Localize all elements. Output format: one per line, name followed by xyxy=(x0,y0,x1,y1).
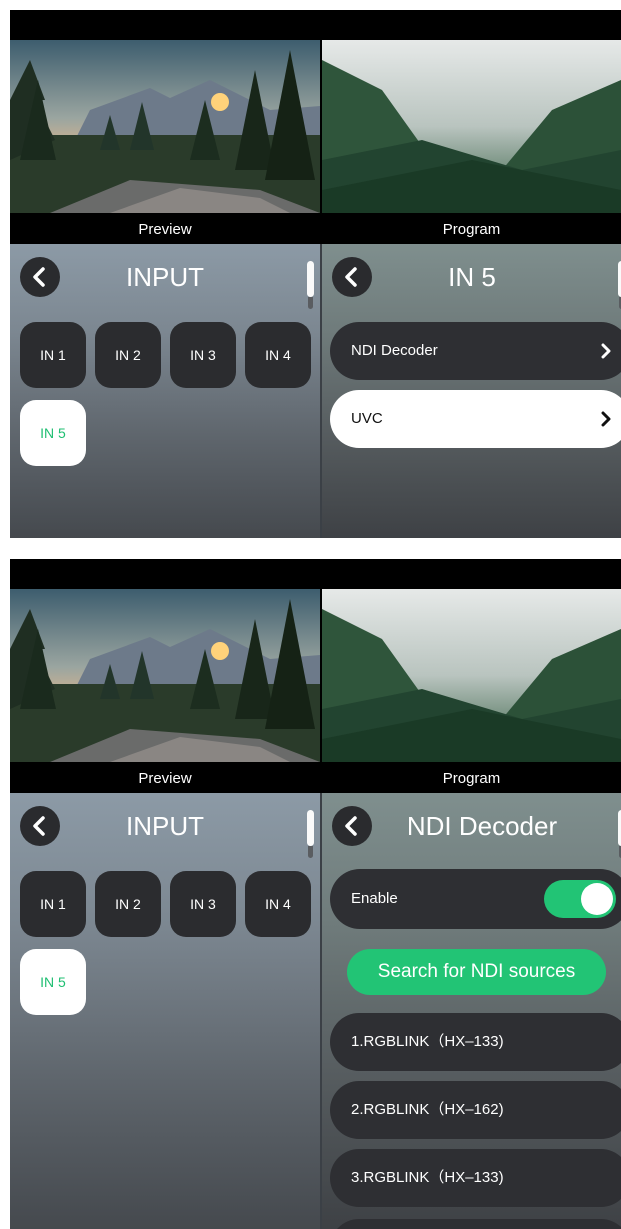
ndi-source-label: 2.RGBLINK（HX–162) xyxy=(351,1101,504,1118)
menu-item-label: NDI Decoder xyxy=(351,342,438,359)
preview-thumbnail xyxy=(10,40,320,213)
input-panel: INPUT IN 1 IN 2 IN 3 IN 4 IN 5 xyxy=(10,793,320,1229)
chevron-right-icon xyxy=(601,343,611,359)
program-thumbnail xyxy=(322,40,621,213)
panel-title: INPUT xyxy=(126,262,204,292)
chevron-left-icon xyxy=(33,816,45,836)
ndi-source-item[interactable]: 2.RGBLINK（HX–162) xyxy=(330,1081,621,1139)
panel-title: INPUT xyxy=(126,811,204,841)
chevron-left-icon xyxy=(33,267,45,287)
ndi-source-label: 1.RGBLINK（HX–133) xyxy=(351,1033,504,1050)
input-panel: INPUT IN 1 IN 2 IN 3 IN 4 IN 5 xyxy=(10,244,320,538)
preview-label: Preview xyxy=(10,762,320,793)
input-button-in4[interactable]: IN 4 xyxy=(245,322,311,388)
chevron-left-icon xyxy=(345,816,357,836)
chevron-right-icon xyxy=(601,411,611,427)
device-screen-input-menu: Preview Program INPUT IN 1 IN 2 IN 3 IN … xyxy=(10,10,621,538)
menu-item-uvc[interactable]: UVC xyxy=(330,390,621,448)
back-button[interactable] xyxy=(332,806,372,846)
ndi-source-item[interactable]: 1.RGBLINK（HX–133) xyxy=(330,1013,621,1071)
ndi-source-item[interactable]: 3.RGBLINK（HX–133) xyxy=(330,1149,621,1207)
enable-label: Enable xyxy=(351,890,398,907)
panel-title: IN 5 xyxy=(448,262,496,292)
input-button-in3[interactable]: IN 3 xyxy=(170,871,236,937)
ndi-decoder-panel: NDI Decoder Enable Search for NDI source… xyxy=(322,793,621,1229)
preview-thumbnail xyxy=(10,589,320,762)
input-button-in2[interactable]: IN 2 xyxy=(95,322,161,388)
input-button-in4[interactable]: IN 4 xyxy=(245,871,311,937)
menu-item-label: UVC xyxy=(351,410,383,427)
input-button-in5[interactable]: IN 5 xyxy=(20,949,86,1015)
menu-item-ndi-decoder[interactable]: NDI Decoder xyxy=(330,322,621,380)
in5-panel: IN 5 NDI Decoder UVC xyxy=(322,244,621,538)
status-bar xyxy=(10,559,621,589)
input-button-in5[interactable]: IN 5 xyxy=(20,400,86,466)
input-button-in3[interactable]: IN 3 xyxy=(170,322,236,388)
program-label: Program xyxy=(322,213,621,244)
back-button[interactable] xyxy=(20,257,60,297)
input-button-in2[interactable]: IN 2 xyxy=(95,871,161,937)
enable-toggle[interactable] xyxy=(544,880,616,918)
panel-title: NDI Decoder xyxy=(406,811,558,841)
chevron-left-icon xyxy=(345,267,357,287)
back-button[interactable] xyxy=(20,806,60,846)
program-thumbnail xyxy=(322,589,621,762)
back-button[interactable] xyxy=(332,257,372,297)
ndi-source-item-partial[interactable] xyxy=(330,1219,621,1229)
ndi-source-label: 3.RGBLINK（HX–133) xyxy=(351,1169,504,1186)
scrollbar[interactable] xyxy=(307,810,314,858)
toggle-knob xyxy=(581,883,613,915)
status-bar xyxy=(10,10,621,40)
preview-label: Preview xyxy=(10,213,320,244)
device-screen-ndi-decoder: Preview Program INPUT IN 1 IN 2 IN 3 IN … xyxy=(10,559,621,1229)
input-button-in1[interactable]: IN 1 xyxy=(20,871,86,937)
scrollbar[interactable] xyxy=(307,261,314,309)
enable-row: Enable xyxy=(330,869,621,929)
program-label: Program xyxy=(322,762,621,793)
input-button-in1[interactable]: IN 1 xyxy=(20,322,86,388)
search-ndi-sources-button[interactable]: Search for NDI sources xyxy=(347,949,606,995)
